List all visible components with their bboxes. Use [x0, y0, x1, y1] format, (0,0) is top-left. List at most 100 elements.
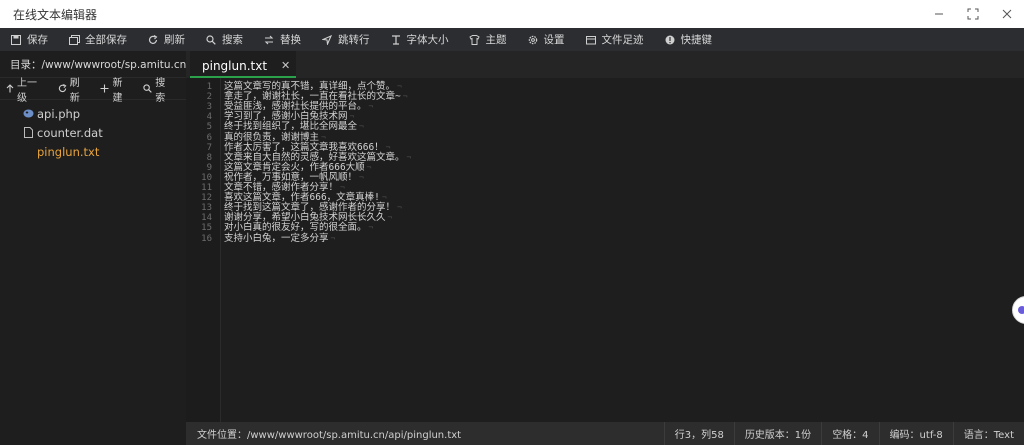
code-line-text: 支持小白兔，一定多分享 — [224, 232, 329, 244]
sidebar-refresh-button[interactable]: 刷新 — [58, 74, 90, 104]
title-bar: 在线文本编辑器 — [0, 0, 1024, 28]
file-item-api-php[interactable]: api.php — [0, 104, 186, 123]
end-of-line-marker: ¬ — [349, 112, 355, 122]
search-icon — [205, 34, 217, 46]
plus-icon — [100, 84, 109, 93]
line-number: 16 — [201, 233, 212, 244]
end-of-line-marker: ¬ — [340, 183, 345, 192]
keyboard-label: 快捷键 — [680, 34, 713, 46]
tab-pinglun-txt[interactable]: pinglun.txt ✕ — [190, 51, 296, 78]
maximize-icon[interactable] — [956, 0, 990, 28]
save-all-label: 全部保存 — [85, 34, 127, 46]
line-number: 6 — [206, 132, 212, 143]
refresh-button[interactable]: 刷新 — [137, 28, 185, 51]
line-number-gutter: 1 2 3 4 5 6 7 8 9 10 11 12 13 14 15 16 — [186, 78, 221, 422]
refresh-label: 刷新 — [164, 34, 185, 46]
tab-bar: pinglun.txt ✕ — [186, 51, 1024, 78]
code-area[interactable]: 这篇文章写的真不错，真详细，点个赞。 ¬ 拿走了，谢谢社长，一直在看社长的文章~ ¬ 受… — [224, 78, 1014, 422]
end-of-line-marker: ¬ — [359, 122, 364, 132]
history-versions[interactable]: 历史版本：1份 — [733, 422, 821, 445]
line-number: 5 — [206, 122, 212, 133]
goto-line-button[interactable]: 跳转行 — [311, 28, 370, 51]
line-number: 10 — [201, 172, 212, 183]
end-of-line-marker: ¬ — [402, 92, 408, 102]
assistant-dot — [1018, 306, 1024, 314]
line-number: 8 — [206, 152, 212, 163]
arrow-up-icon — [6, 84, 14, 93]
theme-label: 主题 — [485, 34, 507, 46]
font-size-icon — [390, 34, 402, 46]
file-item-counter-dat[interactable]: counter.dat — [0, 123, 186, 142]
save-label: 保存 — [27, 34, 48, 46]
sidebar-search-label: 搜索 — [155, 77, 166, 104]
save-all-icon — [68, 34, 80, 46]
file-name: counter.dat — [37, 125, 103, 140]
editor-panel: pinglun.txt ✕ 1 2 3 4 5 6 7 8 9 10 11 12 13 14 15 16 这篇… — [186, 51, 1024, 422]
end-of-line-marker: ¬ — [406, 152, 412, 162]
end-of-line-marker: ¬ — [359, 172, 364, 182]
replace-button[interactable]: 替换 — [253, 28, 301, 51]
theme-button[interactable]: 主题 — [459, 28, 507, 51]
end-of-line-marker: ¬ — [321, 132, 326, 142]
go-up-button[interactable]: 上一级 — [6, 74, 47, 104]
goto-line-label: 跳转行 — [338, 34, 370, 46]
cursor-position[interactable]: 行3，列58 — [663, 422, 734, 445]
font-size-label: 字体大小 — [406, 34, 449, 46]
line-number: 3 — [206, 102, 212, 113]
close-tab-icon[interactable]: ✕ — [281, 59, 290, 72]
language-mode[interactable]: 语言：Text — [952, 422, 1024, 445]
line-number: 9 — [206, 162, 212, 173]
new-file-button[interactable]: 新建 — [100, 74, 132, 104]
encoding-setting[interactable]: 编码：utf-8 — [878, 422, 953, 445]
settings-button[interactable]: 设置 — [517, 28, 565, 51]
window-controls — [922, 0, 1024, 28]
history-label: 文件足迹 — [601, 34, 644, 46]
file-name: pinglun.txt — [37, 144, 100, 159]
end-of-line-marker: ¬ — [397, 82, 402, 91]
theme-icon — [469, 34, 481, 46]
toolbar: 保存 全部保存 刷新 搜索 替换 跳转行 字体大小 主题 设置 文件足迹 快捷键 — [0, 28, 1024, 51]
file-item-pinglun-txt[interactable]: pinglun.txt — [0, 142, 186, 161]
save-all-button[interactable]: 全部保存 — [58, 28, 127, 51]
file-sidebar: 目录：/www/wwwroot/sp.amitu.cn... 上一级 刷新 新建… — [0, 51, 186, 445]
line-number: 7 — [206, 142, 212, 153]
text-file-icon — [22, 146, 34, 158]
file-name: api.php — [37, 106, 81, 121]
end-of-line-marker: ¬ — [366, 162, 372, 172]
history-icon — [585, 34, 597, 46]
end-of-line-marker: ¬ — [381, 193, 387, 203]
end-of-line-marker: ¬ — [387, 213, 393, 223]
php-file-icon — [22, 108, 34, 120]
end-of-line-marker: ¬ — [330, 233, 336, 243]
go-up-label: 上一级 — [17, 77, 37, 104]
sidebar-actions: 上一级 刷新 新建 搜索 — [0, 78, 186, 104]
end-of-line-marker: ¬ — [368, 102, 374, 112]
search-label: 搜索 — [222, 34, 243, 46]
line-number: 12 — [201, 193, 212, 204]
search-icon — [143, 84, 153, 93]
keyboard-button[interactable]: 快捷键 — [654, 28, 713, 51]
replace-label: 替换 — [280, 34, 301, 46]
refresh-icon — [147, 34, 159, 46]
sidebar-refresh-label: 刷新 — [69, 77, 80, 104]
line-number: 13 — [201, 203, 212, 214]
save-button[interactable]: 保存 — [0, 28, 48, 51]
history-button[interactable]: 文件足迹 — [575, 28, 644, 51]
minimize-icon[interactable] — [922, 0, 956, 28]
status-bar: 文件位置：/www/wwwroot/sp.amitu.cn/api/pinglu… — [186, 422, 1024, 445]
font-size-button[interactable]: 字体大小 — [380, 28, 449, 51]
indent-setting[interactable]: 空格：4 — [821, 422, 878, 445]
code-line[interactable]: 支持小白兔，一定多分享 ¬ — [224, 232, 336, 244]
replace-icon — [263, 34, 275, 46]
line-number: 15 — [201, 223, 212, 234]
new-file-label: 新建 — [112, 77, 123, 104]
file-location: 文件位置：/www/wwwroot/sp.amitu.cn/api/pinglu… — [197, 430, 462, 441]
line-number: 14 — [201, 213, 212, 224]
line-number: 1 — [206, 82, 212, 92]
line-number: 4 — [206, 112, 212, 123]
file-icon — [22, 127, 34, 139]
sidebar-search-button[interactable]: 搜索 — [143, 74, 175, 104]
search-button[interactable]: 搜索 — [195, 28, 243, 51]
close-icon[interactable] — [990, 0, 1024, 28]
keyboard-icon — [664, 34, 676, 46]
